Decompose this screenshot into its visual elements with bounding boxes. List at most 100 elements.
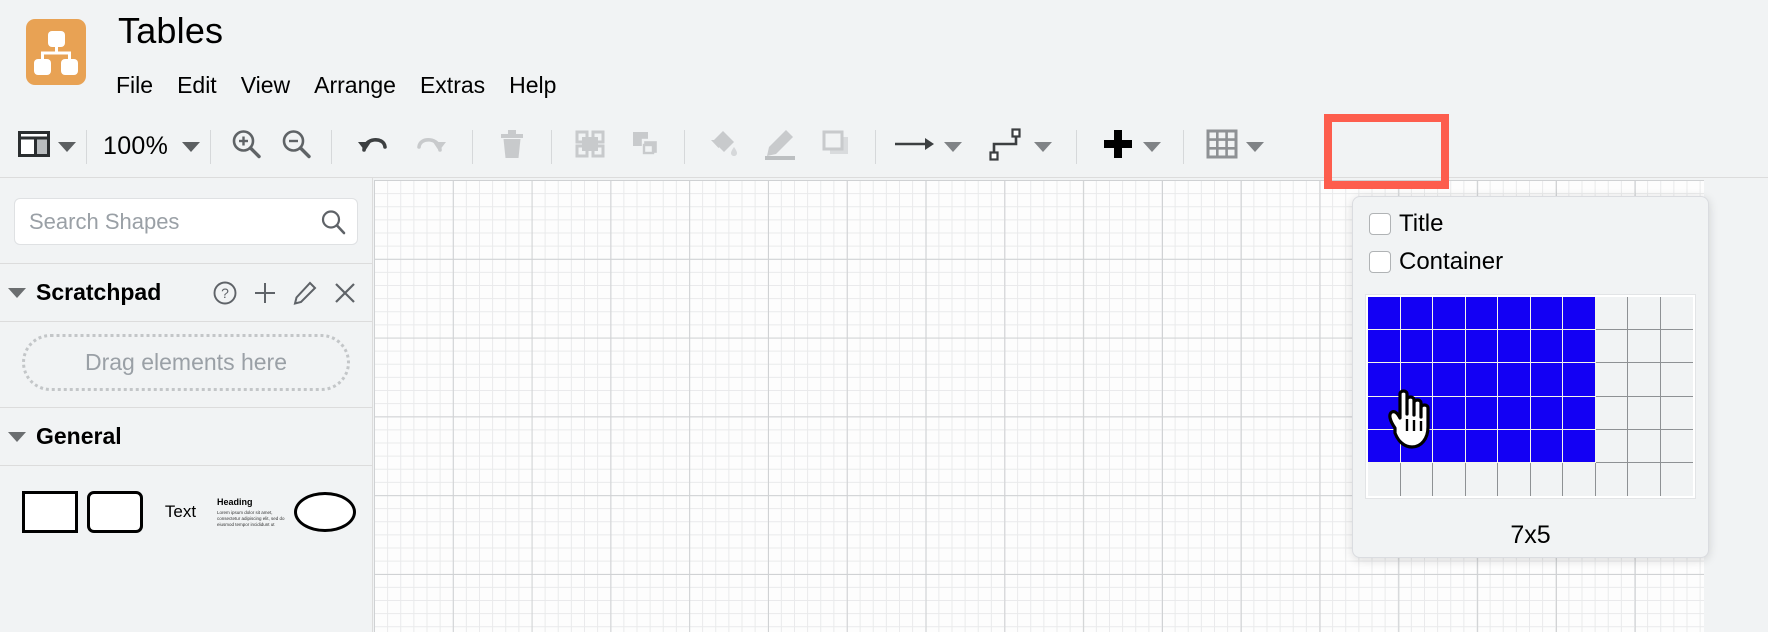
close-x-icon[interactable] bbox=[332, 280, 358, 306]
table-size-cell-4x5[interactable] bbox=[1465, 429, 1498, 463]
table-size-cell-5x6[interactable] bbox=[1498, 462, 1531, 496]
table-size-cell-2x2[interactable] bbox=[1400, 330, 1433, 364]
table-size-cell-10x3[interactable] bbox=[1660, 363, 1693, 397]
zoom-in-button[interactable] bbox=[221, 125, 271, 169]
table-size-cell-3x5[interactable] bbox=[1433, 429, 1466, 463]
table-size-cell-10x4[interactable] bbox=[1660, 396, 1693, 430]
table-size-cell-10x5[interactable] bbox=[1660, 429, 1693, 463]
plus-icon[interactable] bbox=[252, 280, 278, 306]
table-size-cell-5x2[interactable] bbox=[1498, 330, 1531, 364]
table-size-cell-1x4[interactable] bbox=[1368, 396, 1401, 430]
table-size-cell-5x1[interactable] bbox=[1498, 297, 1531, 331]
search-input[interactable] bbox=[15, 199, 357, 244]
edit-pencil-icon[interactable] bbox=[292, 280, 318, 306]
table-size-cell-7x6[interactable] bbox=[1563, 462, 1596, 496]
option-title-row[interactable]: Title bbox=[1353, 205, 1708, 243]
zoom-out-button[interactable] bbox=[271, 125, 321, 169]
shape-rectangle[interactable] bbox=[22, 484, 79, 540]
scratchpad-dropzone[interactable]: Drag elements here bbox=[22, 334, 350, 391]
table-size-cell-7x4[interactable] bbox=[1563, 396, 1596, 430]
search-icon[interactable] bbox=[319, 208, 347, 236]
connection-button[interactable] bbox=[982, 125, 1058, 169]
table-size-cell-3x1[interactable] bbox=[1433, 297, 1466, 331]
table-size-cell-4x4[interactable] bbox=[1465, 396, 1498, 430]
table-size-cell-2x1[interactable] bbox=[1400, 297, 1433, 331]
menu-view[interactable]: View bbox=[229, 68, 302, 102]
table-size-cell-10x2[interactable] bbox=[1660, 330, 1693, 364]
menu-help[interactable]: Help bbox=[497, 68, 568, 102]
table-size-cell-8x3[interactable] bbox=[1595, 363, 1628, 397]
table-size-cell-9x2[interactable] bbox=[1628, 330, 1661, 364]
table-size-cell-4x3[interactable] bbox=[1465, 363, 1498, 397]
shape-text[interactable]: Text bbox=[152, 484, 209, 540]
menu-file[interactable]: File bbox=[116, 68, 165, 102]
table-size-cell-7x5[interactable] bbox=[1563, 429, 1596, 463]
zoom-level-button[interactable]: 100% bbox=[97, 125, 201, 169]
table-size-cell-4x6[interactable] bbox=[1465, 462, 1498, 496]
insert-button[interactable] bbox=[1095, 125, 1167, 169]
table-size-cell-8x5[interactable] bbox=[1595, 429, 1628, 463]
table-size-cell-6x3[interactable] bbox=[1530, 363, 1563, 397]
table-size-cell-3x3[interactable] bbox=[1433, 363, 1466, 397]
table-size-cell-3x2[interactable] bbox=[1433, 330, 1466, 364]
table-size-cell-3x4[interactable] bbox=[1433, 396, 1466, 430]
table-size-cell-1x2[interactable] bbox=[1368, 330, 1401, 364]
table-size-cell-2x5[interactable] bbox=[1400, 429, 1433, 463]
table-size-cell-4x1[interactable] bbox=[1465, 297, 1498, 331]
table-size-cell-8x2[interactable] bbox=[1595, 330, 1628, 364]
table-size-cell-7x3[interactable] bbox=[1563, 363, 1596, 397]
table-size-dropdown-panel[interactable]: Title Container 7x5 bbox=[1352, 196, 1709, 558]
search-box[interactable] bbox=[14, 198, 358, 245]
table-size-grid[interactable] bbox=[1368, 297, 1693, 496]
undo-button[interactable] bbox=[342, 125, 402, 169]
table-size-cell-2x6[interactable] bbox=[1400, 462, 1433, 496]
table-insert-button[interactable] bbox=[1200, 125, 1270, 169]
table-size-cell-1x5[interactable] bbox=[1368, 429, 1401, 463]
table-size-cell-9x1[interactable] bbox=[1628, 297, 1661, 331]
table-size-cell-9x6[interactable] bbox=[1628, 462, 1661, 496]
table-size-cell-8x1[interactable] bbox=[1595, 297, 1628, 331]
table-size-cell-6x6[interactable] bbox=[1530, 462, 1563, 496]
table-size-cell-5x3[interactable] bbox=[1498, 363, 1531, 397]
table-size-cell-7x2[interactable] bbox=[1563, 330, 1596, 364]
caret-down-icon[interactable] bbox=[8, 287, 26, 298]
view-layout-button[interactable] bbox=[18, 125, 76, 169]
shape-rounded-rectangle[interactable] bbox=[87, 484, 144, 540]
table-size-cell-2x3[interactable] bbox=[1400, 363, 1433, 397]
scratchpad-header[interactable]: Scratchpad ? bbox=[0, 264, 372, 321]
option-container-row[interactable]: Container bbox=[1353, 243, 1708, 281]
container-checkbox[interactable] bbox=[1369, 251, 1391, 273]
general-section-header[interactable]: General bbox=[0, 408, 372, 465]
table-size-cell-9x4[interactable] bbox=[1628, 396, 1661, 430]
title-checkbox[interactable] bbox=[1369, 213, 1391, 235]
menu-arrange[interactable]: Arrange bbox=[302, 68, 408, 102]
table-size-cell-1x6[interactable] bbox=[1368, 462, 1401, 496]
table-size-cell-2x4[interactable] bbox=[1400, 396, 1433, 430]
shape-textbox[interactable]: Heading Lorem ipsum dolor sit amet, cons… bbox=[217, 484, 286, 540]
table-size-cell-6x2[interactable] bbox=[1530, 330, 1563, 364]
table-size-cell-1x3[interactable] bbox=[1368, 363, 1401, 397]
help-circle-icon[interactable]: ? bbox=[212, 280, 238, 306]
table-size-cell-8x4[interactable] bbox=[1595, 396, 1628, 430]
table-size-cell-1x1[interactable] bbox=[1368, 297, 1401, 331]
menu-edit[interactable]: Edit bbox=[165, 68, 229, 102]
table-size-cell-4x2[interactable] bbox=[1465, 330, 1498, 364]
table-size-grid-wrapper[interactable] bbox=[1365, 294, 1696, 499]
table-size-cell-5x4[interactable] bbox=[1498, 396, 1531, 430]
table-size-cell-7x1[interactable] bbox=[1563, 297, 1596, 331]
table-size-cell-9x3[interactable] bbox=[1628, 363, 1661, 397]
table-size-cell-9x5[interactable] bbox=[1628, 429, 1661, 463]
table-size-cell-6x1[interactable] bbox=[1530, 297, 1563, 331]
table-size-cell-6x5[interactable] bbox=[1530, 429, 1563, 463]
table-size-cell-6x4[interactable] bbox=[1530, 396, 1563, 430]
table-size-cell-8x6[interactable] bbox=[1595, 462, 1628, 496]
table-size-cell-10x1[interactable] bbox=[1660, 297, 1693, 331]
table-size-cell-10x6[interactable] bbox=[1660, 462, 1693, 496]
caret-down-icon[interactable] bbox=[8, 431, 26, 442]
shape-ellipse[interactable] bbox=[294, 484, 357, 540]
table-size-cell-5x5[interactable] bbox=[1498, 429, 1531, 463]
table-size-cell-3x6[interactable] bbox=[1433, 462, 1466, 496]
menu-extras[interactable]: Extras bbox=[408, 68, 497, 102]
chevron-down-icon[interactable] bbox=[1246, 141, 1265, 152]
waypoints-button[interactable] bbox=[886, 125, 968, 169]
